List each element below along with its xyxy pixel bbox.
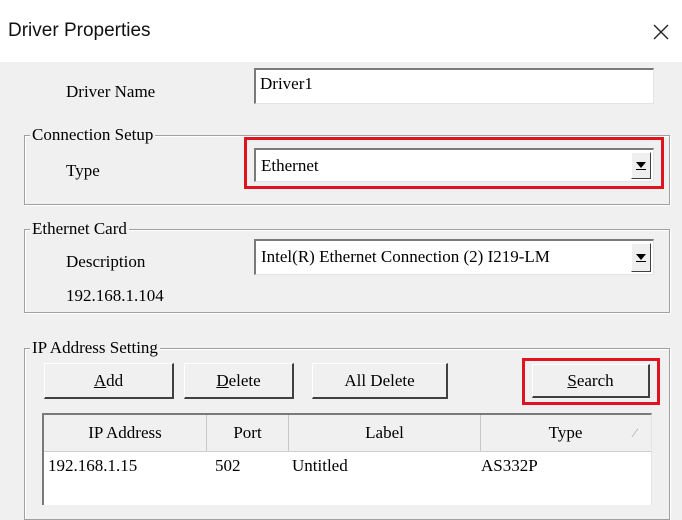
delete-button-label: elete <box>228 370 261 390</box>
search-button-label: earch <box>576 370 614 390</box>
row-port: 502 <box>215 456 241 475</box>
description-label: Description <box>66 252 146 271</box>
list-header: IP Address Port Label Type ⁄ <box>44 415 651 452</box>
column-type[interactable]: Type ⁄ <box>481 415 650 451</box>
sort-indicator-icon: ⁄ <box>633 425 636 440</box>
ip-address-list[interactable]: IP Address Port Label Type ⁄ 192.168.1.1… <box>42 413 652 505</box>
type-select-value: Ethernet <box>261 156 319 175</box>
ethernet-card-label: Ethernet Card <box>30 219 129 239</box>
row-label: Untitled <box>292 456 348 475</box>
all-delete-button[interactable]: All Delete <box>312 363 448 399</box>
dropdown-arrow-icon <box>636 253 646 262</box>
description-dropdown-button[interactable] <box>631 243 651 272</box>
type-select[interactable]: Ethernet <box>254 148 654 182</box>
row-type: AS332P <box>481 456 538 475</box>
add-button[interactable]: Add <box>44 363 174 399</box>
table-row[interactable]: 192.168.1.15 502 Untitled AS332P <box>44 452 651 480</box>
delete-button-accel: D <box>216 370 229 390</box>
search-button-accel: S <box>567 370 577 390</box>
column-ip-address[interactable]: IP Address <box>44 415 207 451</box>
row-ip: 192.168.1.15 <box>48 456 138 475</box>
description-select-value: Intel(R) Ethernet Connection (2) I219-LM <box>261 247 550 266</box>
delete-button[interactable]: Delete <box>184 363 294 399</box>
column-label[interactable]: Label <box>289 415 481 451</box>
driver-name-label: Driver Name <box>66 82 156 101</box>
close-button[interactable] <box>646 17 676 47</box>
add-button-label: dd <box>106 370 124 390</box>
add-button-accel: A <box>93 370 107 390</box>
title-bar: Driver Properties <box>0 0 682 62</box>
column-port[interactable]: Port <box>207 415 289 451</box>
dropdown-arrow-icon <box>636 161 646 170</box>
ip-address-setting-label: IP Address Setting <box>30 338 160 358</box>
type-label: Type <box>66 161 100 180</box>
close-icon <box>653 24 669 40</box>
driver-name-field[interactable]: Driver1 <box>254 68 654 104</box>
connection-setup-label: Connection Setup <box>30 125 156 145</box>
description-select[interactable]: Intel(R) Ethernet Connection (2) I219-LM <box>254 239 654 275</box>
window-title: Driver Properties <box>8 20 151 41</box>
search-button[interactable]: Search <box>532 364 650 398</box>
column-type-label: Type <box>548 423 583 442</box>
type-dropdown-button[interactable] <box>631 152 651 179</box>
ethernet-card-ip: 192.168.1.104 <box>66 286 164 305</box>
